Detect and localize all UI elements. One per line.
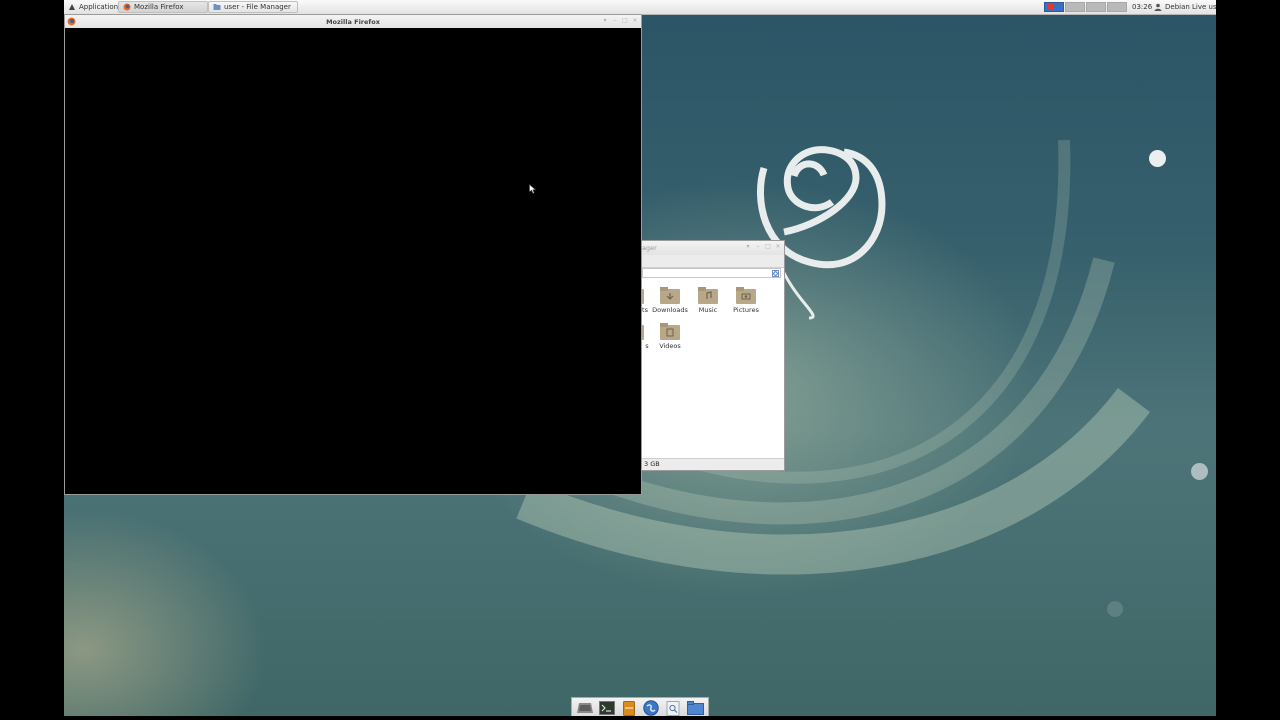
window-menu-icon[interactable]: ▾ [744,243,752,251]
firefox-window[interactable]: Mozilla Firefox ▾ – □ ✕ [64,14,642,495]
folder-label: ts [642,306,648,314]
folder-label: Downloads [652,306,688,314]
folder-label: Music [698,306,718,314]
dock-app-finder[interactable] [664,700,682,716]
folder-icon [686,701,704,715]
dock-show-desktop[interactable] [576,700,594,716]
window-menu-icon[interactable]: ▾ [601,17,609,25]
pictures-folder-icon [736,287,756,304]
file-manager-window[interactable]: ager ▾ – □ ✕ ts Downloads Music Pictures… [642,240,785,471]
firefox-icon [67,17,76,26]
file-manager-statusbar: 3 GB [642,458,784,470]
terminal-icon [599,701,615,715]
minimize-icon[interactable]: – [754,243,762,251]
workspace-1[interactable] [1044,2,1064,12]
folder-icon [642,325,644,340]
mouse-pointer-icon [529,184,536,194]
window-title: Mozilla Firefox [326,17,380,26]
folder-item-music[interactable]: Music [690,287,726,314]
folder-label: Videos [659,342,681,350]
app-finder-icon [666,700,680,716]
window-title: ager [642,244,657,252]
applications-menu-icon [69,4,75,10]
desktop-decoration-dot [1191,463,1208,480]
maximize-icon[interactable]: □ [621,17,629,25]
folder-item[interactable]: ts [642,287,652,314]
workspace-2[interactable] [1065,2,1085,12]
applications-menu-button[interactable]: Applications [64,1,122,13]
taskbar-label: Mozilla Firefox [134,3,184,11]
dock-web-browser[interactable] [642,700,660,716]
desktop-decoration-dot [1107,601,1123,617]
taskbar-button-file-manager[interactable]: user - File Manager [208,1,298,13]
dock-terminal[interactable] [598,700,616,716]
applications-label: Applications [79,3,122,11]
user-icon [1154,3,1162,11]
folder-item-pictures[interactable]: Pictures [728,287,764,314]
show-desktop-icon [577,703,593,713]
folder-item-downloads[interactable]: Downloads [652,287,688,314]
file-manager-icon [623,700,635,716]
workspace-3[interactable] [1086,2,1106,12]
firefox-titlebar[interactable]: Mozilla Firefox ▾ – □ ✕ [65,15,641,28]
firefox-icon [123,3,131,11]
close-icon[interactable]: ✕ [631,17,639,25]
minimize-icon[interactable]: – [611,17,619,25]
dock-home-folder[interactable] [686,700,704,716]
web-browser-icon [643,700,659,716]
file-manager-toolbar [642,255,784,268]
workspace-4[interactable] [1107,2,1127,12]
music-folder-icon [698,287,718,304]
maximize-icon[interactable]: □ [764,243,772,251]
taskbar-button-firefox[interactable]: Mozilla Firefox [118,1,208,13]
folder-item[interactable]: s [642,323,652,350]
file-manager-icon-view[interactable]: ts Downloads Music Pictures s Videos [642,279,784,458]
location-bar[interactable] [642,268,781,278]
folder-label: Pictures [733,306,759,314]
folder-icon [213,4,221,10]
taskbar-label: user - File Manager [224,3,291,11]
dock-file-manager[interactable] [620,700,638,716]
user-menu-button[interactable]: Debian Live user [1150,1,1216,13]
refresh-icon[interactable] [772,270,779,277]
desktop[interactable]: Applications Mozilla Firefox user - File… [64,0,1216,716]
workspace-window-mini [1047,4,1053,9]
desktop-decoration-dot [1149,150,1166,167]
download-folder-icon [660,287,680,304]
folder-label: s [645,342,649,350]
folder-icon [642,289,644,304]
videos-folder-icon [660,323,680,340]
file-manager-titlebar[interactable]: ager ▾ – □ ✕ [642,241,784,255]
user-label: Debian Live user [1165,3,1216,11]
close-icon[interactable]: ✕ [774,243,782,251]
firefox-content-area[interactable] [65,28,641,494]
folder-item-videos[interactable]: Videos [652,323,688,350]
bottom-dock [571,697,709,716]
top-panel: Applications Mozilla Firefox user - File… [64,0,1216,15]
